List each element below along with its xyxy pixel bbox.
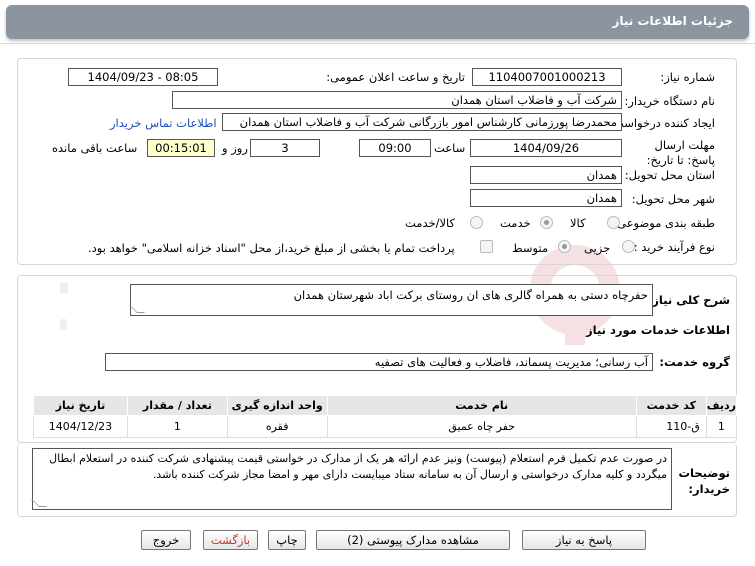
- remaining-time-field: 00:15:01: [147, 139, 215, 157]
- days-field[interactable]: 3: [250, 139, 320, 157]
- city-label: شهر محل تحویل:: [631, 192, 715, 206]
- buyer-notes-label: توضیحات خریدار:: [678, 466, 731, 496]
- process-label: نوع فرآیند خرید :: [633, 240, 715, 254]
- deadline-time-label: ساعت: [434, 141, 466, 155]
- category-service-label: خدمت: [500, 216, 531, 230]
- days-label: روز و: [222, 141, 248, 155]
- info-panel: [17, 58, 737, 265]
- announce-label: تاریخ و ساعت اعلان عمومی:: [326, 70, 465, 84]
- process-medium-label: متوسط: [512, 241, 549, 255]
- cell-code: ق-110: [635, 415, 707, 438]
- category-goods-service-radio[interactable]: [470, 216, 483, 229]
- creator-field[interactable]: محمدرضا پورزمانی کارشناس امور بازرگانی ش…: [222, 113, 622, 131]
- cell-name: حفر چاه عمیق: [326, 415, 637, 438]
- city-field[interactable]: همدان: [470, 189, 622, 207]
- province-field[interactable]: همدان: [470, 166, 622, 184]
- need-number-field[interactable]: 1104007001000213: [472, 68, 622, 86]
- col-row: ردیف: [705, 395, 738, 416]
- resize-handle-icon[interactable]: [129, 305, 145, 313]
- deadline-date-field[interactable]: 1404/09/26: [470, 139, 622, 157]
- category-service-radio[interactable]: [540, 216, 553, 229]
- reply-button[interactable]: پاسخ به نیاز: [522, 530, 646, 550]
- col-name: نام خدمت: [326, 395, 637, 416]
- col-date: تاریخ نیاز: [33, 395, 128, 416]
- treasury-payment-checkbox[interactable]: [480, 240, 493, 253]
- buyer-notes-text: در صورت عدم تکمیل فرم استعلام (پیوست) ون…: [49, 452, 667, 481]
- header: جزئیات اطلاعات نیاز: [0, 0, 755, 44]
- category-goods-label: کالا: [570, 216, 586, 230]
- announce-field[interactable]: 1404/09/23 - 08:05: [68, 68, 218, 86]
- service-group-label: گروه خدمت:: [659, 355, 730, 369]
- description-label: شرح کلی نیاز:: [647, 293, 730, 307]
- buyer-contact-link[interactable]: اطلاعات تماس خریدار: [110, 116, 217, 130]
- province-label: استان محل تحویل:: [624, 168, 715, 182]
- print-button[interactable]: چاپ: [268, 530, 306, 550]
- process-minor-radio[interactable]: [622, 240, 635, 253]
- header-bar: جزئیات اطلاعات نیاز: [6, 5, 749, 39]
- col-qty: تعداد / مقدار: [126, 395, 228, 416]
- cell-row: 1: [705, 415, 738, 438]
- page-title: جزئیات اطلاعات نیاز: [612, 14, 733, 28]
- category-label: طبقه بندی موضوعی:: [613, 216, 715, 230]
- remaining-label: ساعت باقی مانده: [52, 141, 138, 155]
- back-button[interactable]: بازگشت: [203, 530, 258, 550]
- buyer-field[interactable]: شرکت آب و فاضلاب استان همدان: [172, 91, 622, 109]
- buyer-notes-field[interactable]: در صورت عدم تکمیل فرم استعلام (پیوست) ون…: [31, 448, 672, 510]
- process-minor-label: جزیی: [584, 241, 611, 255]
- table-header-row: ردیف کد خدمت نام خدمت واحد اندازه گیری ت…: [33, 395, 738, 416]
- description-field[interactable]: حفرچاه دستی به همراه گالری های ان روستای…: [129, 284, 653, 316]
- description-text: حفرچاه دستی به همراه گالری های ان روستای…: [293, 288, 648, 302]
- table-row[interactable]: 1 ق-110 حفر چاه عمیق فقره 1 1404/12/23: [33, 415, 738, 438]
- treasury-payment-note: پرداخت تمام یا بخشی از مبلغ خرید،از محل …: [88, 241, 455, 255]
- cell-unit: فقره: [226, 415, 328, 438]
- need-number-label: شماره نیاز:: [660, 70, 715, 84]
- col-unit: واحد اندازه گیری: [226, 395, 328, 416]
- resize-handle-icon[interactable]: [31, 499, 47, 507]
- cell-date: 1404/12/23: [33, 415, 128, 438]
- deadline-time-field[interactable]: 09:00: [359, 139, 431, 157]
- services-section-title: اطلاعات خدمات مورد نیاز: [586, 323, 730, 337]
- service-group-field[interactable]: آب رسانی؛ مدیریت پسماند، فاضلاب و فعالیت…: [105, 353, 653, 371]
- category-goods-radio[interactable]: [607, 216, 620, 229]
- attachments-button[interactable]: مشاهده مدارک پیوستی (2): [316, 530, 510, 550]
- deadline-label: مهلت ارسال پاسخ: تا تاریخ:: [646, 138, 715, 167]
- creator-label: ایجاد کننده درخواست:: [609, 116, 715, 130]
- col-code: کد خدمت: [635, 395, 707, 416]
- process-medium-radio[interactable]: [558, 240, 571, 253]
- category-goods-service-label: کالا/خدمت: [405, 216, 456, 230]
- exit-button[interactable]: خروج: [141, 530, 191, 550]
- cell-qty: 1: [126, 415, 228, 438]
- buyer-label: نام دستگاه خریدار:: [624, 94, 715, 108]
- services-table: ردیف کد خدمت نام خدمت واحد اندازه گیری ت…: [33, 395, 738, 438]
